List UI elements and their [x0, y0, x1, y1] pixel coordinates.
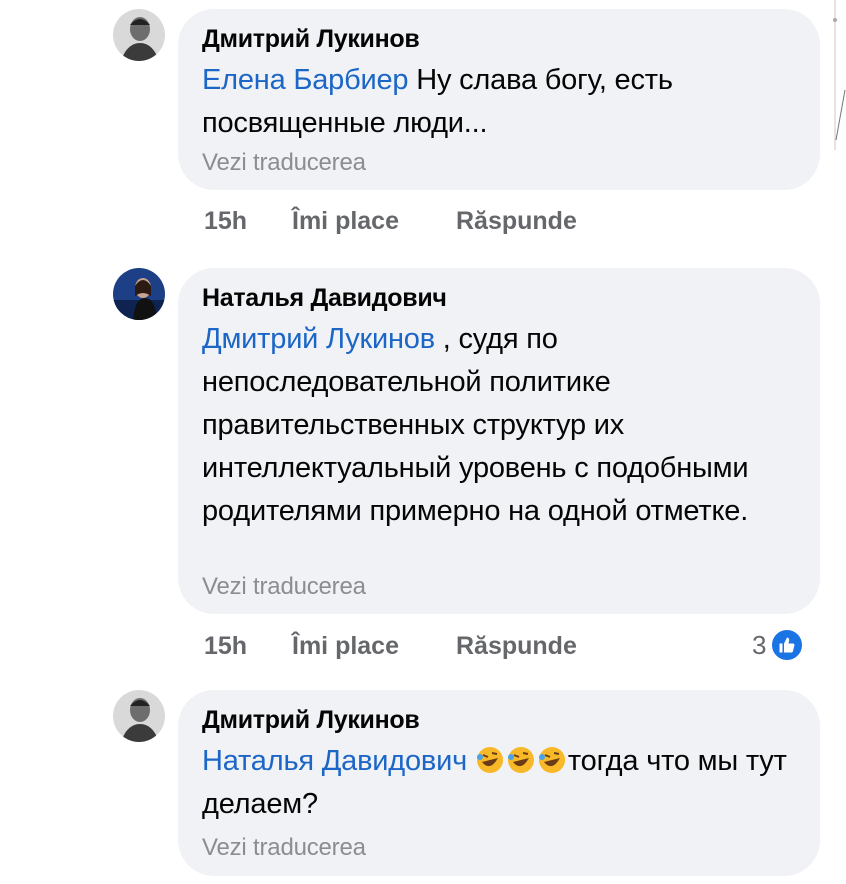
- mention-link[interactable]: Наталья Давидович: [202, 745, 467, 777]
- avatar[interactable]: [113, 690, 165, 742]
- avatar[interactable]: [113, 268, 165, 320]
- reply-button[interactable]: Răspunde: [456, 632, 577, 661]
- see-translation-link[interactable]: Vezi traducerea: [202, 573, 366, 601]
- reaction-count: 3: [752, 629, 767, 660]
- rolling-laughing-icon: [476, 747, 503, 773]
- comment-time[interactable]: 15h: [204, 632, 247, 661]
- comment-text: Дмитрий Лукинов , судя по непоследовател…: [202, 318, 800, 533]
- comment-bubble: Дмитрий Лукинов Наталья Давидович тогда …: [178, 690, 820, 876]
- rolling-laughing-icon: [538, 747, 565, 773]
- comment-author[interactable]: Дмитрий Лукинов: [202, 25, 420, 54]
- rolling-laughing-icon: [507, 747, 534, 773]
- like-button[interactable]: Îmi place: [292, 207, 399, 236]
- page-edge-mark: [833, 0, 846, 150]
- comment-bubble: Наталья Давидович Дмитрий Лукинов , судя…: [178, 268, 820, 614]
- like-button[interactable]: Îmi place: [292, 632, 399, 661]
- reaction-summary[interactable]: 3: [752, 628, 805, 662]
- mention-link[interactable]: Дмитрий Лукинов: [202, 323, 435, 355]
- see-translation-link[interactable]: Vezi traducerea: [202, 834, 366, 862]
- mention-link[interactable]: Елена Барбиер: [202, 64, 409, 96]
- see-translation-link[interactable]: Vezi traducerea: [202, 149, 366, 177]
- like-reaction-icon: [770, 628, 805, 662]
- comment-text: Елена Барбиер Ну слава богу, есть посвящ…: [202, 59, 800, 145]
- comment-author[interactable]: Наталья Давидович: [202, 284, 447, 313]
- comment-time[interactable]: 15h: [204, 207, 247, 236]
- avatar[interactable]: [113, 9, 165, 61]
- comment-bubble: Дмитрий Лукинов Елена Барбиер Ну слава б…: [178, 9, 820, 190]
- comment-text: Наталья Давидович тогда что мы тут делае…: [202, 740, 800, 826]
- comment-author[interactable]: Дмитрий Лукинов: [202, 706, 420, 735]
- reply-button[interactable]: Răspunde: [456, 207, 577, 236]
